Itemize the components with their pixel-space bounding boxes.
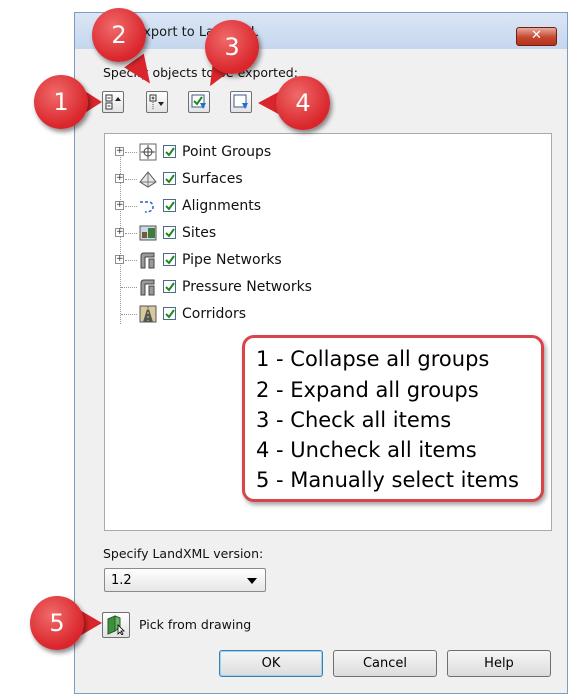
tree-item-label: Surfaces [182, 171, 243, 187]
landxml-version-select[interactable]: 1.2 [104, 568, 266, 592]
version-label: Specify LandXML version: [103, 546, 264, 561]
expand-icon[interactable]: + [115, 228, 124, 237]
tree-item-label: Pipe Networks [182, 252, 282, 268]
pressure-networks-icon [140, 279, 155, 296]
collapse-all-icon [105, 94, 121, 110]
checkbox[interactable] [163, 172, 176, 185]
callout-line: 3 - Check all items [256, 408, 452, 432]
expand-all-icon [149, 94, 164, 109]
checkbox[interactable] [163, 226, 176, 239]
collapse-all-button[interactable] [102, 91, 124, 113]
title-bar[interactable]: Export to LandXML ✕ [75, 13, 567, 49]
pipe-networks-icon [140, 252, 155, 269]
badge-2: 2 [92, 8, 146, 62]
tree-item-surfaces[interactable]: + Surfaces [105, 169, 545, 189]
pick-from-drawing-button[interactable] [102, 612, 130, 638]
surfaces-icon [139, 171, 157, 188]
tree-item-label: Point Groups [182, 144, 272, 160]
callout-line: 5 - Manually select items [256, 468, 519, 492]
checkbox[interactable] [163, 307, 176, 320]
badge-5: 5 [30, 596, 84, 650]
close-button[interactable]: ✕ [516, 27, 557, 46]
tree-item-label: Alignments [182, 198, 262, 214]
tree-item-alignments[interactable]: + Alignments [105, 196, 545, 216]
badge-4: 4 [276, 76, 330, 130]
corridors-icon [139, 305, 157, 323]
expand-icon[interactable]: + [115, 201, 124, 210]
uncheck-all-button[interactable] [230, 91, 252, 113]
sites-icon [139, 225, 157, 241]
checkbox[interactable] [163, 280, 176, 293]
point-groups-icon [139, 143, 157, 161]
check-icon [165, 228, 175, 238]
badge-3: 3 [205, 20, 259, 74]
ok-button[interactable]: OK [219, 650, 323, 677]
tree-item-corridors[interactable]: Corridors [105, 304, 545, 324]
cancel-button[interactable]: Cancel [333, 650, 437, 677]
check-all-button[interactable] [188, 91, 210, 113]
close-icon: ✕ [531, 28, 542, 43]
selected-version: 1.2 [111, 573, 132, 588]
callout-line: 4 - Uncheck all items [256, 438, 477, 462]
expand-all-button[interactable] [146, 91, 168, 113]
chevron-down-icon [247, 578, 257, 584]
expand-icon[interactable]: + [115, 147, 124, 156]
callout-line: 2 - Expand all groups [256, 378, 479, 402]
badge-1: 1 [34, 75, 88, 129]
tree-item-sites[interactable]: + Sites [105, 223, 545, 243]
tree-item-pipe-networks[interactable]: + Pipe Networks [105, 250, 545, 270]
checkbox[interactable] [163, 199, 176, 212]
check-all-icon [191, 94, 206, 109]
alignments-icon [140, 201, 154, 213]
check-icon [165, 282, 175, 292]
check-icon [165, 147, 175, 157]
tree-item-pressure-networks[interactable]: Pressure Networks [105, 277, 545, 297]
tree-item-label: Corridors [182, 306, 246, 322]
check-icon [165, 174, 175, 184]
callout-line: 1 - Collapse all groups [256, 347, 490, 371]
help-button[interactable]: Help [447, 650, 551, 677]
tree-item-point-groups[interactable]: + Point Groups [105, 142, 545, 162]
check-icon [165, 201, 175, 211]
expand-icon[interactable]: + [115, 174, 124, 183]
tree-item-label: Pressure Networks [182, 279, 312, 295]
check-icon [165, 255, 175, 265]
tree-item-label: Sites [182, 225, 217, 241]
legend-callout: 1 - Collapse all groups 2 - Expand all g… [242, 335, 544, 502]
checkbox[interactable] [163, 253, 176, 266]
checkbox[interactable] [163, 145, 176, 158]
uncheck-all-icon [233, 94, 248, 109]
pick-label: Pick from drawing [139, 617, 252, 632]
pick-icon [107, 615, 125, 635]
expand-icon[interactable]: + [115, 255, 124, 264]
check-icon [165, 309, 175, 319]
